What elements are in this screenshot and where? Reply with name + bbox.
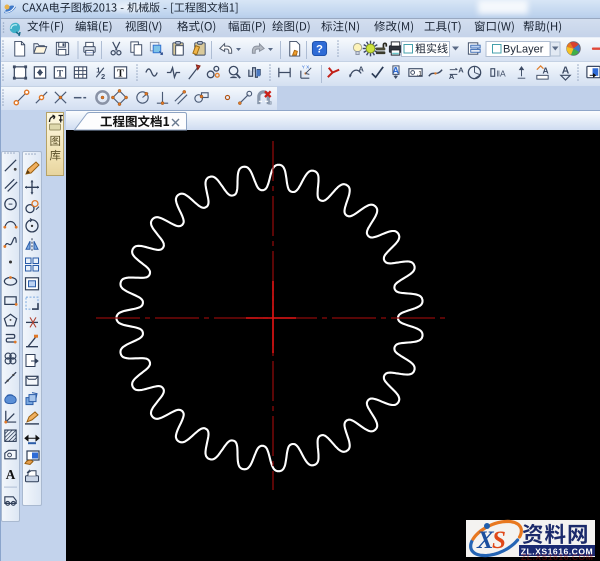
svg-text:T: T	[57, 69, 64, 79]
svg-text:A: A	[458, 66, 464, 75]
svg-text:?: ?	[316, 44, 323, 56]
svg-text:ByLayer: ByLayer	[503, 44, 544, 56]
svg-text:A: A	[543, 65, 549, 75]
svg-text:S: S	[492, 527, 506, 554]
svg-text:A: A	[449, 72, 455, 81]
svg-text:T: T	[117, 68, 124, 79]
svg-text:A: A	[358, 65, 364, 74]
svg-text:Y X: Y X	[302, 65, 310, 71]
svg-text:ZL.XS1616.COM: ZL.XS1616.COM	[521, 552, 593, 561]
svg-text:2: 2	[101, 72, 105, 81]
svg-text:‖A: ‖A	[497, 68, 507, 78]
svg-text:A: A	[6, 467, 16, 482]
svg-text:.1: .1	[416, 70, 422, 77]
